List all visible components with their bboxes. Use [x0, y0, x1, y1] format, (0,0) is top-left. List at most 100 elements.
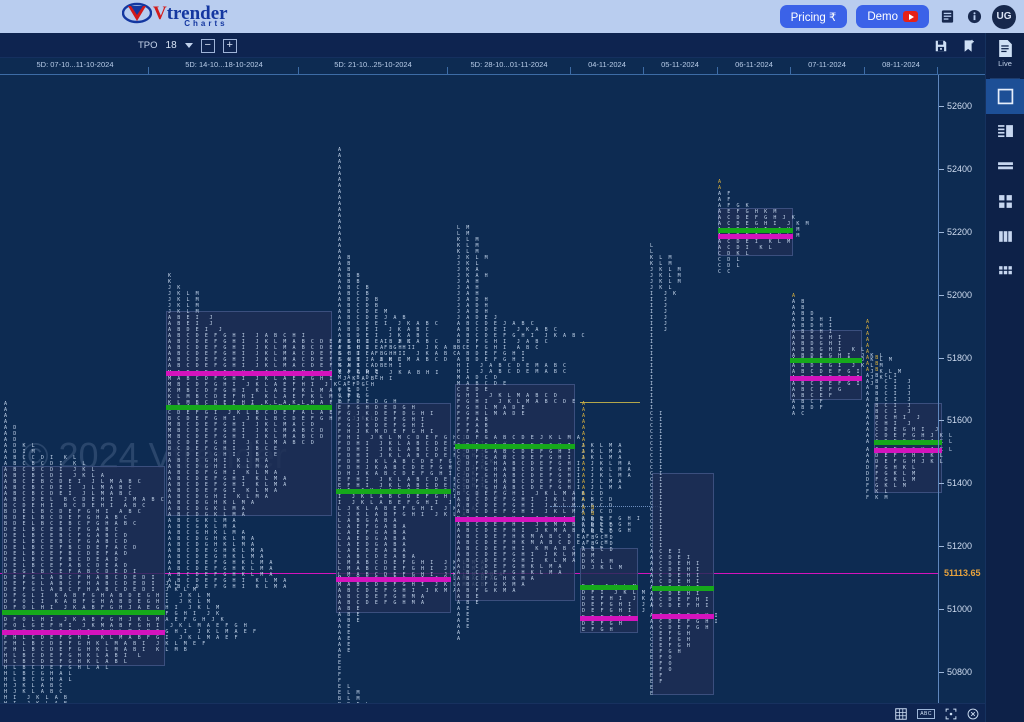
- tpo-letter-row: E F G H: [582, 627, 615, 633]
- tpo-letter-row: A C D E F H I: [650, 603, 710, 609]
- date-tick: [643, 67, 644, 75]
- grid-icon[interactable]: [895, 707, 907, 720]
- pricing-button[interactable]: Pricing ₹: [779, 5, 848, 28]
- logo-text: Vtrender Charts: [153, 4, 228, 28]
- header-actions: Pricing ₹ Demo UG: [779, 0, 1016, 33]
- youtube-play-icon: [903, 11, 918, 22]
- date-tick: [148, 67, 149, 75]
- date-tick: [717, 67, 718, 75]
- price-label: 51800: [947, 352, 973, 363]
- document-live-icon: [998, 40, 1012, 57]
- price-label: 51400: [947, 478, 973, 489]
- price-label: 52200: [947, 227, 973, 237]
- price-label: 52600: [947, 101, 973, 112]
- rows-layout-icon: [997, 162, 1013, 170]
- price-tick: [939, 169, 944, 171]
- poc-line: [336, 577, 451, 582]
- price-tick: [939, 671, 944, 673]
- tpo-letter-row: A: [457, 636, 462, 642]
- logo-v: V: [153, 3, 167, 24]
- date-axis: 5D: 07-10...11-10-2024 5D: 14-10...18-10-…: [0, 58, 985, 75]
- price-tick: [939, 232, 944, 233]
- date-tick: [570, 67, 571, 75]
- poc-line: [455, 517, 575, 522]
- date-label: 08-11-2024: [882, 60, 920, 69]
- price-tick: [939, 294, 944, 296]
- poc-line: [2, 630, 165, 635]
- rail-item-split-pane[interactable]: [986, 114, 1024, 149]
- value-area-line: [580, 585, 638, 590]
- grid-2x2-icon: [998, 195, 1012, 208]
- chevron-down-icon[interactable]: [184, 43, 193, 48]
- save-icon[interactable]: [934, 39, 948, 53]
- tpo-letter-row: E: [650, 691, 655, 697]
- value-area-line: [790, 358, 862, 363]
- zoom-out-button[interactable]: −: [200, 38, 215, 53]
- date-tick: [937, 67, 938, 75]
- rail-item-rows-layout[interactable]: [986, 149, 1024, 184]
- price-label: 51200: [947, 541, 973, 551]
- date-label: 5D: 14-10...18-10-2024: [185, 60, 263, 69]
- chart-toolbar: TPO 18 − +: [0, 33, 1024, 58]
- close-circle-icon[interactable]: [967, 708, 979, 720]
- tpo-letter-row: D E F G H I J: [582, 608, 647, 614]
- poc-line: [874, 448, 942, 453]
- abc-icon[interactable]: ABC: [917, 708, 935, 719]
- tpo-letter-row: A C: [792, 411, 806, 417]
- price-label: 50800: [947, 666, 973, 677]
- poc-line: [652, 614, 714, 619]
- bookmark-add-icon[interactable]: [962, 39, 976, 53]
- rail-item-single-pane[interactable]: [985, 79, 1024, 114]
- single-pane-icon: [997, 88, 1013, 105]
- value-area-line: [718, 228, 793, 233]
- price-label: 51600: [947, 415, 973, 426]
- pricing-label: Pricing ₹: [790, 11, 837, 24]
- date-tick: [447, 67, 448, 75]
- last-price-label[interactable]: 51113.65: [944, 568, 981, 578]
- value-area-line: [166, 405, 332, 410]
- chart-canvas[interactable]: 5D: 07-10...11-10-2024 5D: 14-10...18-10-…: [0, 58, 985, 703]
- toolbar-left-group: TPO 18 − +: [138, 33, 237, 58]
- date-label: 05-11-2024: [661, 60, 699, 69]
- tpo-plot-area[interactable]: © 2024 Vtrender AAAAA DA DA DA D K LA D …: [0, 75, 952, 703]
- split-pane-icon: [997, 125, 1013, 138]
- rail-item-live[interactable]: Live: [997, 39, 1014, 74]
- date-tick: [298, 67, 299, 75]
- price-tick: [939, 420, 944, 422]
- tpo-letter-row: C C: [718, 269, 732, 275]
- tpo-letter-row: C D F G A B C D E J K L M A: [457, 435, 582, 441]
- info-icon[interactable]: [965, 8, 983, 26]
- poc-line: [790, 376, 862, 381]
- tpo-letter-row: F K M: [866, 495, 890, 501]
- rail-item-grid-3x3[interactable]: [986, 254, 1024, 289]
- value-area-line: [2, 610, 165, 615]
- demo-label: Demo: [867, 10, 898, 23]
- notes-icon[interactable]: [938, 8, 956, 26]
- rail-item-columns-3[interactable]: [986, 219, 1024, 254]
- columns-3-icon: [998, 231, 1012, 242]
- tpo-letter-row: A B C D E F G H I K L M A: [168, 584, 288, 590]
- bottom-bar-actions: ABC: [895, 704, 979, 722]
- value-area-line: [652, 586, 714, 591]
- right-rail: Live: [985, 33, 1024, 722]
- value-area-line: [336, 489, 451, 494]
- date-tick: [864, 67, 865, 75]
- rail-live-label: Live: [998, 59, 1012, 68]
- bottom-bar: ABC: [0, 703, 985, 722]
- avatar[interactable]: UG: [992, 4, 1016, 29]
- fit-screen-icon[interactable]: [945, 708, 957, 720]
- price-axis[interactable]: 52600 52400 52200 52000 51800 51600 51400 51200…: [938, 75, 985, 703]
- toolbar-right-group: [934, 33, 976, 58]
- demo-button[interactable]: Demo: [856, 5, 929, 28]
- rail-item-grid-2x2[interactable]: [986, 184, 1024, 219]
- price-tick: [939, 608, 944, 610]
- app-header: Vtrender Charts Pricing ₹ Demo UG: [0, 0, 1024, 33]
- poc-line: [580, 616, 638, 621]
- vtrender-logo[interactable]: Vtrender Charts: [121, 2, 228, 28]
- zoom-in-button[interactable]: +: [222, 38, 237, 53]
- price-label: 52000: [947, 289, 973, 300]
- date-label: 5D: 07-10...11-10-2024: [36, 60, 114, 69]
- poc-line: [166, 371, 332, 376]
- tpo-value[interactable]: 18: [166, 40, 177, 51]
- value-area-line: [874, 440, 942, 445]
